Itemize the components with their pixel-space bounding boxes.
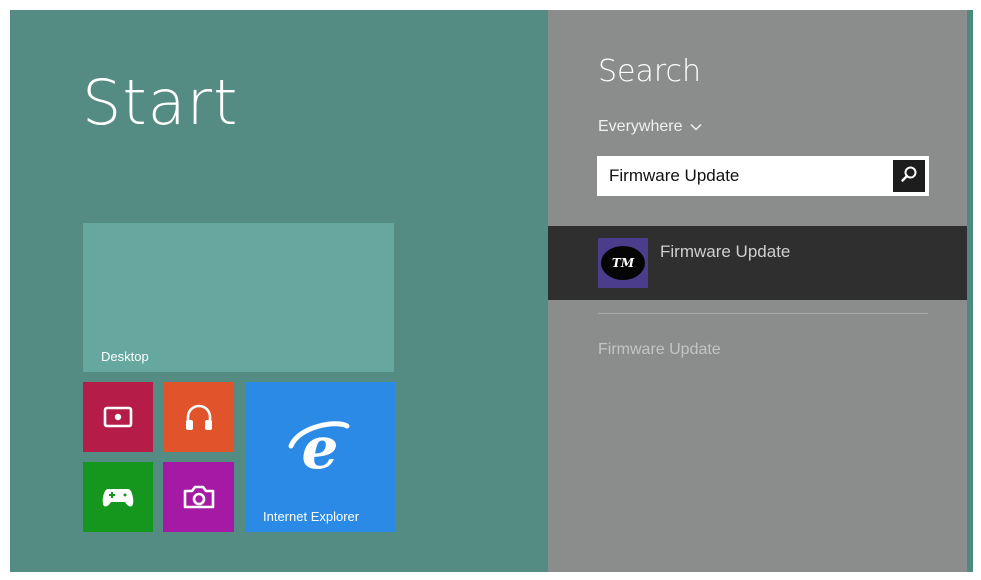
caption-strip bbox=[0, 0, 981, 10]
xbox-controller-icon bbox=[101, 485, 135, 509]
firmware-update-app-icon: TM bbox=[598, 238, 648, 288]
tile-games[interactable] bbox=[83, 462, 153, 532]
search-suggestion[interactable]: Firmware Update bbox=[598, 341, 721, 359]
internet-explorer-icon: e bbox=[285, 416, 355, 480]
search-input[interactable] bbox=[597, 156, 887, 196]
tile-camera[interactable] bbox=[163, 462, 234, 532]
chevron-down-icon bbox=[690, 118, 703, 136]
tile-internet-explorer[interactable]: e Internet Explorer bbox=[245, 382, 395, 532]
search-button[interactable] bbox=[893, 160, 925, 192]
search-scope-dropdown[interactable]: Everywhere bbox=[598, 118, 703, 136]
right-edge-strip bbox=[967, 10, 973, 572]
camera-icon bbox=[182, 484, 216, 510]
tile-desktop[interactable]: Desktop bbox=[83, 223, 394, 372]
video-icon bbox=[103, 405, 133, 429]
start-title: Start bbox=[82, 66, 239, 139]
divider bbox=[598, 313, 928, 314]
search-box bbox=[597, 156, 929, 196]
tile-desktop-label: Desktop bbox=[101, 349, 149, 364]
search-result-name: Firmware Update bbox=[660, 242, 791, 261]
svg-text:e: e bbox=[302, 416, 339, 480]
tile-music[interactable] bbox=[163, 382, 234, 452]
search-pane: Search Everywhere TM Firmware Update Fir… bbox=[548, 10, 967, 572]
app-logo-text: TM bbox=[611, 256, 635, 270]
app-logo-disc: TM bbox=[601, 246, 645, 280]
search-result-firmware-update[interactable]: TM Firmware Update bbox=[548, 226, 967, 300]
tile-internet-explorer-label: Internet Explorer bbox=[263, 509, 360, 524]
tile-video[interactable] bbox=[83, 382, 153, 452]
headphones-icon bbox=[183, 402, 215, 432]
search-icon bbox=[900, 165, 918, 187]
search-scope-label: Everywhere bbox=[598, 118, 683, 135]
search-title: Search bbox=[598, 54, 702, 89]
start-screen: Start Desktop e Internet Explorer bbox=[10, 10, 548, 572]
